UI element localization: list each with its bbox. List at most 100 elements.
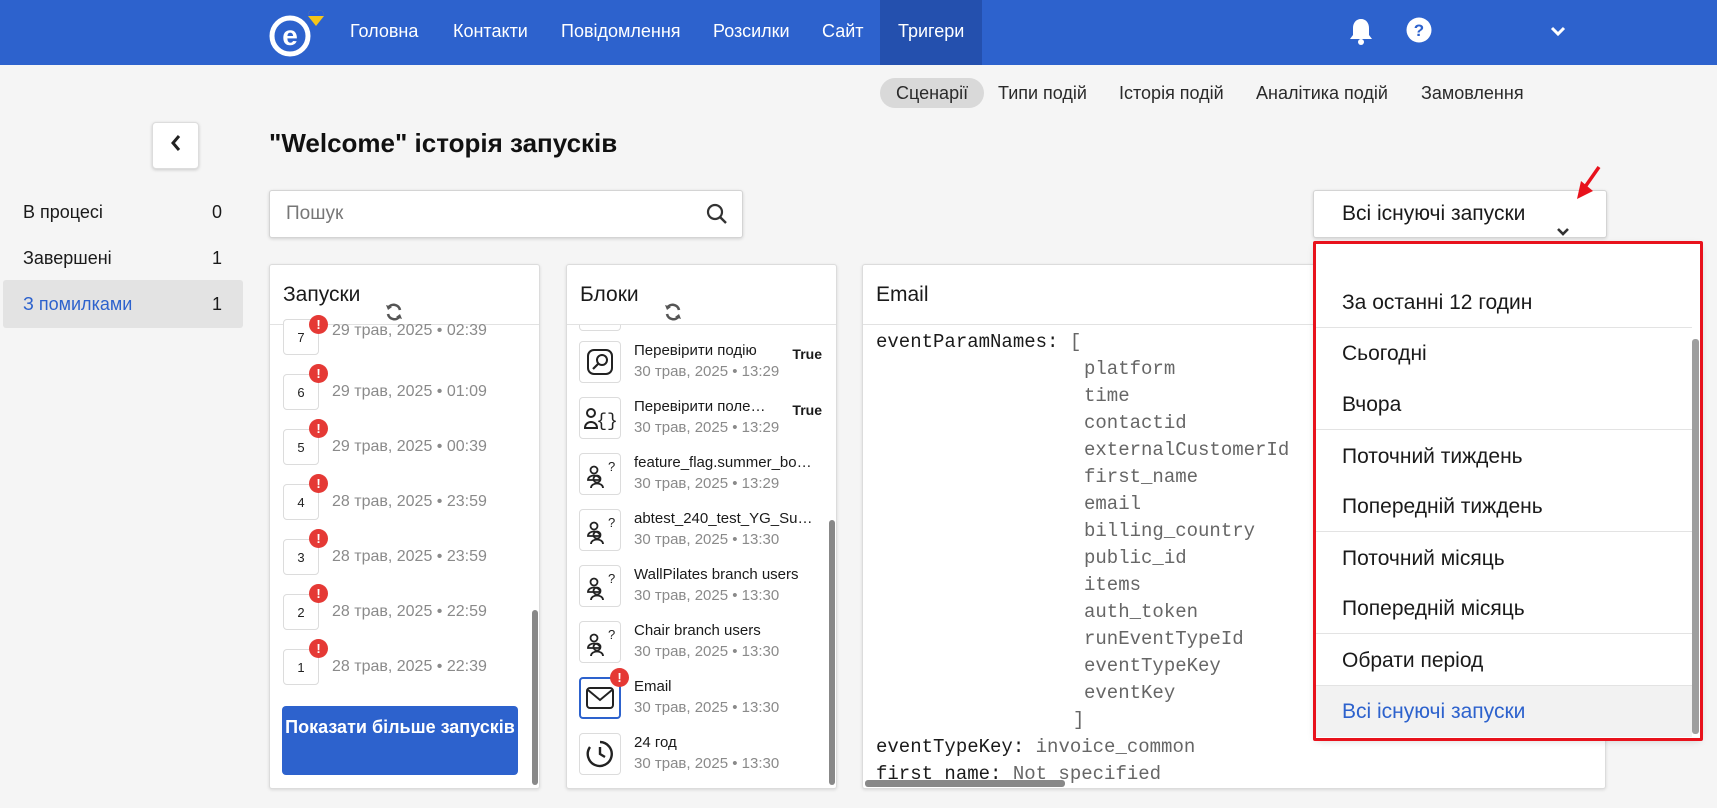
subnav-event-analytics[interactable]: Аналітика подій xyxy=(1256,78,1388,108)
sidebar-item-label: Завершені xyxy=(23,248,112,268)
detail-horizontal-scrollbar[interactable] xyxy=(865,780,1065,787)
block-name: WallPilates branch users xyxy=(634,566,799,583)
block-item-selected[interactable]: ! Email 30 трав, 2025 • 13:30 xyxy=(579,668,824,721)
menu-item-yesterday[interactable]: Вчора xyxy=(1316,379,1692,430)
nav-campaigns[interactable]: Розсилки xyxy=(713,0,790,65)
svg-text:?: ? xyxy=(608,572,615,586)
logo[interactable]: e xyxy=(268,8,332,58)
block-item[interactable]: ? WallPilates branch users 30 трав, 2025… xyxy=(579,565,824,609)
block-name: Email xyxy=(634,678,672,695)
blocks-scrollbar[interactable] xyxy=(829,520,835,785)
menu-item-last-12-hours[interactable]: За останні 12 годин xyxy=(1316,277,1692,328)
sidebar-item-count: 1 xyxy=(211,248,222,268)
block-date: 30 трав, 2025 • 13:29 xyxy=(634,419,780,436)
block-result: True xyxy=(792,346,822,362)
blocks-panel-header: Блоки xyxy=(567,265,836,325)
blocks-panel: Блоки Перевірити подію 30 трав, 2025 • 1… xyxy=(566,264,837,789)
block-name: Перевірити поле контакту xyxy=(634,398,766,415)
period-filter-menu: За останні 12 годин Сьогодні Вчора Поточ… xyxy=(1316,244,1700,738)
block-item[interactable]: ? feature_flag.summer_body_challenge 30 … xyxy=(579,453,824,497)
menu-item-all-runs[interactable]: Всі існуючі запуски xyxy=(1316,686,1692,737)
sidebar-item-label: В процесі xyxy=(23,202,103,222)
back-button[interactable] xyxy=(152,122,199,169)
svg-text:{}: {} xyxy=(596,412,617,432)
code-line: email xyxy=(1084,493,1142,515)
help-icon[interactable]: ? xyxy=(1406,17,1432,48)
block-icon-partial xyxy=(579,325,621,331)
subnav-event-history[interactable]: Історія подій xyxy=(1119,78,1224,108)
subnav-orders[interactable]: Замовлення xyxy=(1421,78,1524,108)
menu-scrollbar[interactable] xyxy=(1692,339,1699,734)
bell-icon[interactable] xyxy=(1349,17,1373,50)
nav-site[interactable]: Сайт xyxy=(822,0,864,65)
subnav-scenarios[interactable]: Сценарії xyxy=(880,78,985,108)
error-badge-icon: ! xyxy=(610,668,629,687)
clock-icon xyxy=(579,733,621,775)
refresh-icon[interactable] xyxy=(663,286,683,346)
block-item[interactable]: 24 год 30 трав, 2025 • 13:30 xyxy=(579,733,824,777)
code-line: externalCustomerId xyxy=(1084,439,1290,461)
block-item[interactable]: Перевірити подію 30 трав, 2025 • 13:29 T… xyxy=(579,341,824,385)
code-line: eventParamNames: [ xyxy=(876,331,1081,358)
code-line: time xyxy=(1084,385,1130,407)
audience-split-icon: ? xyxy=(579,509,621,551)
sidebar-item-label: З помилками xyxy=(23,294,133,314)
error-badge-icon: ! xyxy=(309,474,328,493)
block-item[interactable]: ? abtest_240_test_YG_Summer 30 трав, 202… xyxy=(579,509,824,553)
audience-split-icon: ? xyxy=(579,453,621,495)
block-name: 24 год xyxy=(634,734,677,751)
nav-contacts[interactable]: Контакти xyxy=(453,0,528,65)
code-line: ] xyxy=(1073,709,1085,731)
error-badge-icon: ! xyxy=(309,584,328,603)
menu-item-choose-period[interactable]: Обрати період xyxy=(1316,635,1692,686)
run-date: 28 трав, 2025 • 23:59 xyxy=(332,548,487,565)
error-badge-icon: ! xyxy=(309,419,328,438)
sidebar-item-in-progress[interactable]: В процесі 0 xyxy=(3,188,243,236)
code-line: billing_country xyxy=(1084,520,1256,542)
run-date: 28 трав, 2025 • 23:59 xyxy=(332,493,487,510)
menu-item-current-month[interactable]: Поточний місяць xyxy=(1316,533,1692,584)
blocks-panel-title: Блоки xyxy=(580,283,639,306)
subnav-event-types[interactable]: Типи подій xyxy=(998,78,1087,108)
code-key: eventTypeKey: xyxy=(876,736,1025,758)
sidebar-item-with-errors[interactable]: З помилками 1 xyxy=(3,280,243,328)
menu-item-previous-week[interactable]: Попередній тиждень xyxy=(1316,481,1692,532)
runs-panel-header: Запуски xyxy=(270,265,539,325)
search-input[interactable] xyxy=(270,191,690,237)
top-navigation-bar: e Головна Контакти Повідомлення Розсилки… xyxy=(0,0,1717,65)
block-date: 30 трав, 2025 • 13:30 xyxy=(634,643,780,660)
runs-panel-title: Запуски xyxy=(283,283,361,306)
search-icon[interactable] xyxy=(706,203,728,230)
code-line: first_name xyxy=(1084,466,1199,488)
block-date: 30 трав, 2025 • 13:30 xyxy=(634,531,780,548)
svg-text:?: ? xyxy=(608,460,615,474)
nav-messages[interactable]: Повідомлення xyxy=(561,0,681,65)
menu-item-current-week[interactable]: Поточний тиждень xyxy=(1316,431,1692,482)
code-line: items xyxy=(1084,574,1142,596)
code-line: eventKey xyxy=(1084,682,1176,704)
svg-text:?: ? xyxy=(608,628,615,642)
runs-scrollbar[interactable] xyxy=(532,610,538,785)
code-value: invoice_common xyxy=(1024,736,1196,758)
annotation-arrow-icon xyxy=(1573,165,1603,208)
period-filter-dropdown[interactable]: Всі існуючі запуски xyxy=(1313,190,1607,238)
sidebar-item-count: 1 xyxy=(211,294,222,314)
chevron-down-icon[interactable] xyxy=(1550,24,1566,42)
nav-home[interactable]: Головна xyxy=(350,0,418,65)
svg-text:?: ? xyxy=(608,516,615,530)
code-line: eventTypeKey xyxy=(1084,655,1221,677)
show-more-runs-button[interactable]: Показати більше запусків xyxy=(282,706,518,775)
nav-triggers[interactable]: Тригери xyxy=(880,0,983,65)
menu-item-today[interactable]: Сьогодні xyxy=(1316,328,1692,379)
block-item[interactable]: {} Перевірити поле контакту 30 трав, 202… xyxy=(579,397,824,441)
run-date: 28 трав, 2025 • 22:39 xyxy=(332,658,487,675)
sidebar-item-count: 0 xyxy=(211,202,222,222)
menu-item-previous-month[interactable]: Попередній місяць xyxy=(1316,583,1692,634)
sidebar-item-completed[interactable]: Завершені 1 xyxy=(3,234,243,282)
code-line: contactid xyxy=(1084,412,1187,434)
code-key: eventParamNames: xyxy=(876,331,1059,353)
block-item[interactable]: ? Chair branch users 30 трав, 2025 • 13:… xyxy=(579,621,824,665)
page-title: "Welcome" історія запусків xyxy=(269,128,618,158)
runs-panel: Запуски 7 29 трав, 2025 • 02:39 ! 6 29 т… xyxy=(269,264,540,789)
audience-split-icon: ? xyxy=(579,621,621,663)
